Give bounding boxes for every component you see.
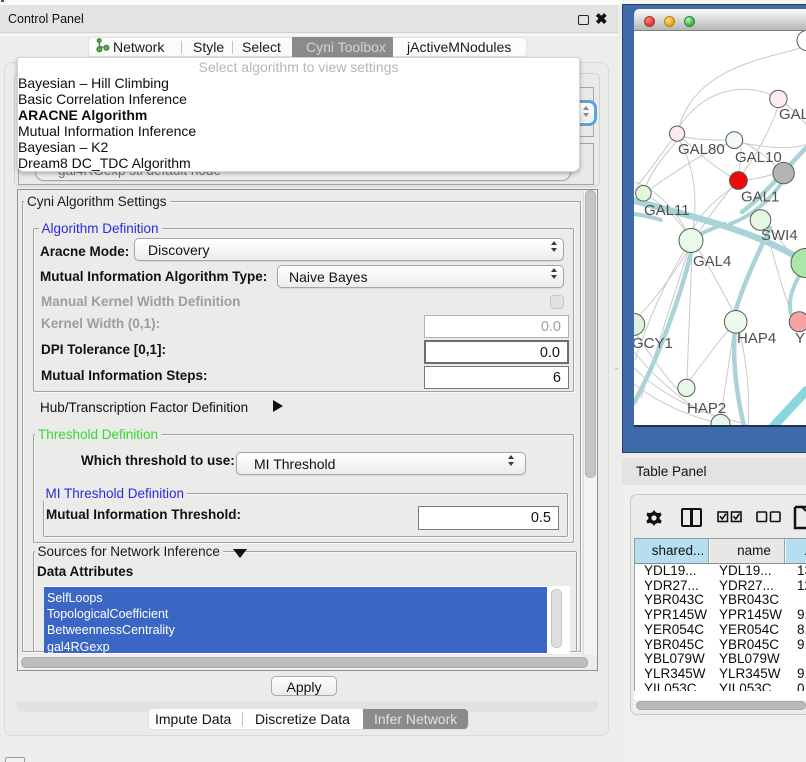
svg-text:GAL1: GAL1 <box>741 189 779 206</box>
svg-text:GAL4: GAL4 <box>693 253 731 270</box>
svg-text:Y: Y <box>795 330 805 347</box>
svg-text:GAL80: GAL80 <box>678 141 725 158</box>
svg-text:GCY1: GCY1 <box>634 335 673 352</box>
svg-text:GAL: GAL <box>779 106 806 123</box>
svg-text:GAL11: GAL11 <box>644 202 690 219</box>
svg-text:GAL10: GAL10 <box>735 149 782 166</box>
svg-text:SWI4: SWI4 <box>761 227 798 244</box>
svg-text:HAP2: HAP2 <box>687 400 726 417</box>
svg-text:HAP4: HAP4 <box>737 330 776 347</box>
